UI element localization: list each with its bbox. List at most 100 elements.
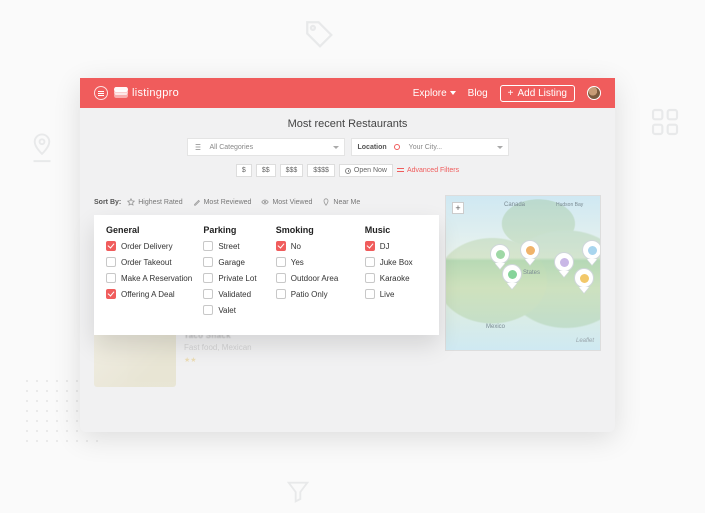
checkbox-icon [203, 257, 213, 267]
filter-group-general: GeneralOrder DeliveryOrder TakeoutMake A… [106, 225, 197, 321]
map[interactable]: Canada Hudson Bay United States Mexico +… [445, 195, 601, 351]
zoom-in-button[interactable]: + [452, 202, 464, 214]
checkbox-icon [276, 273, 286, 283]
map-attribution: Leaflet [576, 338, 594, 344]
checkbox-icon [203, 305, 213, 315]
filter-label: Patio Only [291, 290, 328, 299]
filter-label: Offering A Deal [121, 290, 175, 299]
logo-icon [114, 87, 128, 99]
filter-label: Garage [218, 258, 245, 267]
checkbox-icon [203, 273, 213, 283]
checkbox-icon [106, 273, 116, 283]
checkbox-icon [276, 241, 286, 251]
star-icon [127, 198, 135, 206]
filter-group-smoking: Smoking No Yes Outdoor Area Patio Only [276, 225, 359, 321]
filter-label: Order Takeout [121, 258, 172, 267]
map-marker[interactable] [520, 240, 540, 264]
filter-option[interactable]: No [276, 241, 359, 251]
filter-option[interactable]: Order Delivery [106, 241, 197, 251]
sort-label: Sort By: [94, 199, 121, 206]
filter-group-music: MusicDJJuke BoxKaraokeLive [365, 225, 427, 321]
checkbox-icon [276, 257, 286, 267]
target-icon [393, 143, 401, 151]
filter-label: No [291, 242, 301, 251]
top-bar: listingpro Explore Blog +Add Listing [80, 78, 615, 108]
filter-label: Outdoor Area [291, 274, 339, 283]
chevron-down-icon [450, 91, 456, 95]
add-listing-button[interactable]: +Add Listing [500, 85, 575, 102]
clock-icon [345, 168, 351, 174]
price-filter-3[interactable]: $$$ [280, 164, 304, 177]
filter-option[interactable]: Outdoor Area [276, 273, 359, 283]
filter-label: Street [218, 242, 239, 251]
listing-thumbnail [94, 331, 176, 387]
price-filter-1[interactable]: $ [236, 164, 252, 177]
edit-icon [193, 198, 201, 206]
map-marker[interactable] [502, 264, 522, 288]
filter-option[interactable]: Order Takeout [106, 257, 197, 267]
page-title: Most recent Restaurants [80, 118, 615, 130]
price-filter-2[interactable]: $$ [256, 164, 276, 177]
map-marker[interactable] [574, 268, 594, 292]
plus-icon: + [508, 88, 514, 99]
filter-label: Validated [218, 290, 251, 299]
filter-option[interactable]: Offering A Deal [106, 289, 197, 299]
grid-icon [649, 106, 681, 138]
location-select[interactable]: Location Your City... [351, 138, 509, 156]
listing-card[interactable]: Taco Shack Fast food, Mexican ★★ [94, 331, 439, 387]
filter-option[interactable]: Make A Reservation [106, 273, 197, 283]
filter-label: Yes [291, 258, 304, 267]
filter-option[interactable]: Private Lot [203, 273, 269, 283]
filter-option[interactable]: Validated [203, 289, 269, 299]
filter-group-parking: Parking Street Garage Private Lot Validated V… [203, 225, 269, 321]
filter-option[interactable]: Juke Box [365, 257, 427, 267]
categories-select[interactable]: All Categories [187, 138, 345, 156]
checkbox-icon [276, 289, 286, 299]
checkbox-icon [106, 257, 116, 267]
menu-icon[interactable] [94, 86, 108, 100]
checkbox-icon [106, 289, 116, 299]
secondary-filters: $$$$$$$$$$ Open Now Advanced Filters [80, 164, 615, 177]
filter-group-title: Smoking [276, 225, 359, 235]
filter-group-title: Parking [203, 225, 269, 235]
price-filter-4[interactable]: $$$$ [307, 164, 335, 177]
map-marker[interactable] [554, 252, 574, 276]
checkbox-icon [365, 241, 375, 251]
open-now-toggle[interactable]: Open Now [339, 164, 393, 177]
filter-option[interactable]: DJ [365, 241, 427, 251]
filter-label: Juke Box [380, 258, 413, 267]
chevron-down-icon [333, 146, 339, 149]
filter-label: Order Delivery [121, 242, 173, 251]
checkbox-icon [365, 273, 375, 283]
map-marker[interactable] [582, 240, 601, 264]
sort-most-reviewed[interactable]: Most Reviewed [193, 198, 252, 206]
map-zoom-controls: + [452, 202, 594, 214]
filter-icon [284, 478, 312, 506]
filter-option[interactable]: Live [365, 289, 427, 299]
nav-explore[interactable]: Explore [413, 88, 456, 99]
hero: Most recent Restaurants All Categories L… [80, 108, 615, 185]
sort-highest-rated[interactable]: Highest Rated [127, 198, 182, 206]
checkbox-icon [365, 289, 375, 299]
sort-near-me[interactable]: Near Me [322, 198, 360, 206]
listing-rating: ★★ [184, 355, 252, 364]
checkbox-icon [203, 241, 213, 251]
filter-option[interactable]: Valet [203, 305, 269, 315]
filter-option[interactable]: Garage [203, 257, 269, 267]
list-icon [194, 143, 202, 151]
filter-option[interactable]: Patio Only [276, 289, 359, 299]
checkbox-icon [365, 257, 375, 267]
brand-name: listingpro [132, 87, 179, 99]
filter-label: DJ [380, 242, 390, 251]
checkbox-icon [106, 241, 116, 251]
filter-option[interactable]: Street [203, 241, 269, 251]
tag-icon [303, 18, 337, 52]
nav-blog[interactable]: Blog [468, 88, 488, 99]
app-window: listingpro Explore Blog +Add Listing Mos… [80, 78, 615, 432]
advanced-filters-toggle[interactable]: Advanced Filters [397, 167, 459, 174]
avatar[interactable] [587, 86, 601, 100]
sort-most-viewed[interactable]: Most Viewed [261, 198, 312, 206]
filter-option[interactable]: Yes [276, 257, 359, 267]
filter-option[interactable]: Karaoke [365, 273, 427, 283]
filter-label: Private Lot [218, 274, 256, 283]
